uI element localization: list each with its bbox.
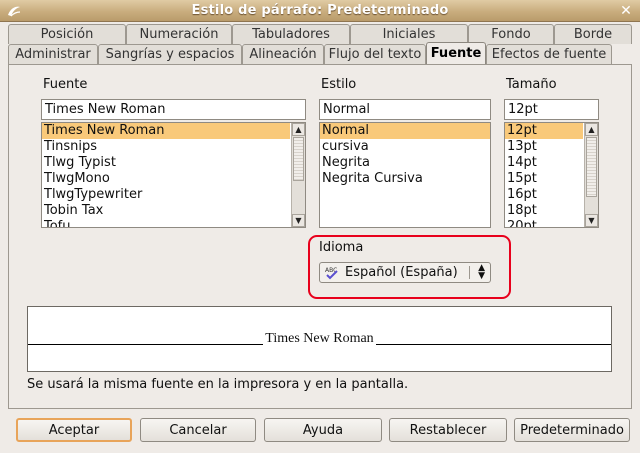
scroll-thumb[interactable] [293, 137, 304, 181]
list-item[interactable]: TlwgTypewriter [42, 187, 290, 203]
title-bar: Estilo de párrafo: Predeterminado ✕ [0, 0, 640, 22]
tab-fondo[interactable]: Fondo [468, 24, 554, 44]
tab-row-front: Administrar Sangrías y espacios Alineaci… [8, 42, 612, 64]
tab-tabuladores[interactable]: Tabuladores [232, 24, 350, 44]
printer-screen-note: Se usará la misma fuente en la impresora… [27, 377, 409, 392]
font-list[interactable]: Times New Roman Tinsnips Tlwg Typist Tlw… [41, 122, 306, 228]
tab-efectos-fuente[interactable]: Efectos de fuente [486, 44, 612, 64]
style-label: Estilo [321, 77, 357, 92]
dialog-window: Estilo de párrafo: Predeterminado ✕ Posi… [0, 0, 640, 453]
size-list-scrollbar[interactable]: ▲ ▼ [584, 123, 598, 227]
list-item[interactable]: Negrita [320, 155, 490, 171]
ok-button[interactable]: Aceptar [16, 418, 132, 442]
combo-separator [469, 266, 470, 279]
tab-numeracion[interactable]: Numeración [126, 24, 232, 44]
size-input[interactable]: 12pt [504, 99, 599, 120]
preview-sample: Times New Roman [28, 331, 611, 347]
tab-posicion[interactable]: Posición [8, 24, 126, 44]
tab-iniciales[interactable]: Iniciales [350, 24, 468, 44]
updown-arrows-icon[interactable]: ▲ ▼ [478, 264, 485, 281]
tab-sangrias[interactable]: Sangrías y espacios [98, 44, 242, 64]
list-item[interactable]: Negrita Cursiva [320, 171, 490, 187]
window-title: Estilo de párrafo: Predeterminado [191, 3, 449, 18]
scroll-thumb[interactable] [586, 137, 597, 197]
font-label: Fuente [43, 77, 88, 92]
list-item[interactable]: 16pt [505, 187, 583, 203]
list-item[interactable]: Tlwg Typist [42, 155, 290, 171]
style-input[interactable]: Normal [319, 99, 491, 120]
scroll-down-icon[interactable]: ▼ [585, 214, 598, 227]
tab-fuente[interactable]: Fuente [426, 42, 486, 64]
list-item[interactable]: Tofu [42, 219, 290, 227]
list-item[interactable]: 13pt [505, 139, 583, 155]
scroll-up-icon[interactable]: ▲ [292, 123, 305, 136]
size-label: Tamaño [506, 77, 557, 92]
help-button[interactable]: Ayuda [264, 418, 382, 442]
language-label: Idioma [319, 240, 364, 255]
list-item[interactable]: Tinsnips [42, 139, 290, 155]
size-list[interactable]: 12pt 13pt 14pt 15pt 16pt 18pt 20pt ▲ ▼ [504, 122, 599, 228]
font-name-input[interactable]: Times New Roman [41, 99, 306, 120]
tab-administrar[interactable]: Administrar [8, 44, 98, 64]
language-value: Español (España) [345, 265, 458, 280]
scroll-up-icon[interactable]: ▲ [585, 123, 598, 136]
list-item[interactable]: 14pt [505, 155, 583, 171]
language-select[interactable]: ABC Español (España) ▲ ▼ [319, 262, 491, 283]
tab-alineacion[interactable]: Alineación [242, 44, 324, 64]
tab-flujo-texto[interactable]: Flujo del texto [324, 44, 426, 64]
list-item[interactable]: Tobin Tax [42, 203, 290, 219]
tab-borde[interactable]: Borde [554, 24, 632, 44]
preview-text: Times New Roman [263, 331, 376, 346]
close-icon[interactable]: ✕ [618, 3, 634, 19]
font-preview: Times New Roman [27, 306, 612, 372]
list-item[interactable]: cursiva [320, 139, 490, 155]
cancel-button[interactable]: Cancelar [140, 418, 256, 442]
font-list-scrollbar[interactable]: ▲ ▼ [291, 123, 305, 227]
list-item[interactable]: 15pt [505, 171, 583, 187]
spellcheck-icon: ABC [325, 267, 338, 280]
list-item[interactable]: Normal [320, 123, 490, 139]
scroll-down-icon[interactable]: ▼ [292, 214, 305, 227]
list-item[interactable]: Times New Roman [42, 123, 290, 139]
style-list[interactable]: Normal cursiva Negrita Negrita Cursiva [319, 122, 491, 228]
list-item[interactable]: 20pt [505, 219, 583, 227]
standard-button[interactable]: Predeterminado [514, 418, 630, 442]
reset-button[interactable]: Restablecer [389, 418, 507, 442]
list-item[interactable]: 12pt [505, 123, 583, 139]
tab-row-back: Posición Numeración Tabuladores Iniciale… [8, 24, 632, 44]
list-item[interactable]: TlwgMono [42, 171, 290, 187]
list-item[interactable]: 18pt [505, 203, 583, 219]
